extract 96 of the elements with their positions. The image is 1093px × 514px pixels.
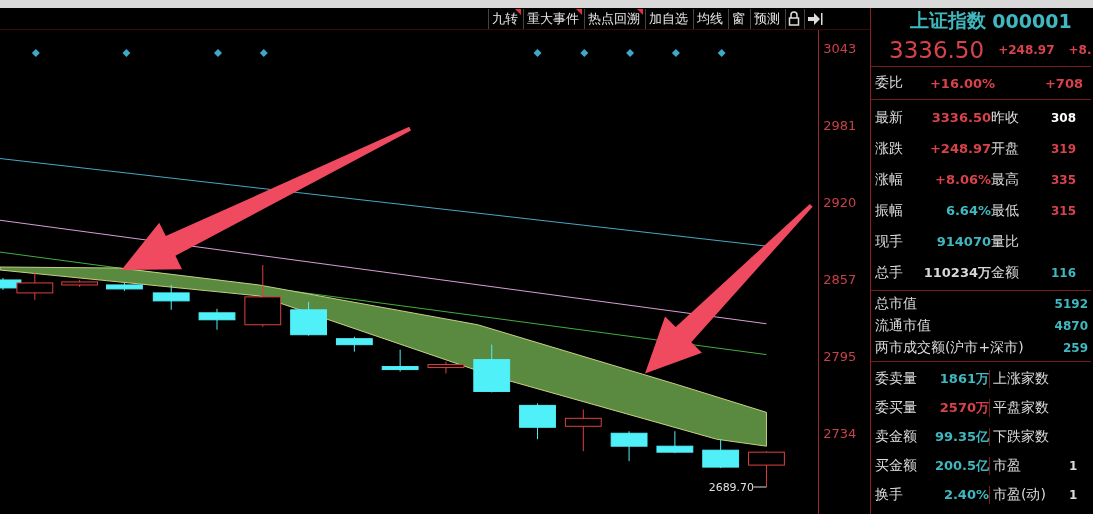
leader-line xyxy=(753,486,767,488)
candlestick xyxy=(61,279,99,288)
field-value: 6.64% xyxy=(944,203,991,218)
field-value: 5192 xyxy=(1054,297,1089,311)
price-tick: 2857 xyxy=(823,272,858,288)
price-tick: 2734 xyxy=(823,426,858,442)
candlestick xyxy=(106,282,143,292)
field-label: 委卖量 xyxy=(875,369,918,388)
field-label: 最新 xyxy=(875,108,904,127)
field-label: 卖金额 xyxy=(875,427,918,446)
field-label: 市盈(动) xyxy=(989,485,1065,504)
toolbar-button[interactable]: 窗 xyxy=(728,8,748,29)
toolbar-button[interactable]: 热点回溯 xyxy=(584,8,643,29)
diamond-marker xyxy=(214,49,222,57)
diamond-marker xyxy=(259,49,268,57)
field-label: 平盘家数 xyxy=(989,398,1065,417)
diamond-marker xyxy=(580,49,589,57)
low-price-label: 2689.70 xyxy=(708,481,754,494)
candlestick xyxy=(702,438,740,469)
field-value: +16.00% xyxy=(928,75,995,91)
candlestick xyxy=(335,336,373,353)
field-label: 最低 xyxy=(991,201,1020,220)
field-label: 换手 xyxy=(875,485,904,504)
price-tick: 2920 xyxy=(823,195,858,211)
change-percent: +8. xyxy=(1068,43,1091,57)
field-label: 开盘 xyxy=(991,139,1020,158)
field-label: 金额 xyxy=(991,263,1020,282)
diamond-marker xyxy=(626,49,635,57)
field-label: 涨幅 xyxy=(875,170,904,189)
price-change: +248.97 xyxy=(998,43,1055,57)
field-label: 两市成交额(沪市+深市) xyxy=(875,339,1025,357)
field-label: 委比 xyxy=(875,74,904,92)
current-price: 3336.50 xyxy=(889,37,985,63)
candlestick xyxy=(656,430,694,454)
field-label: 振幅 xyxy=(875,201,904,220)
candlestick xyxy=(152,284,190,311)
field-label: 流通市值 xyxy=(875,317,932,335)
field-value: 1861万 xyxy=(938,369,989,388)
field-value: 315 xyxy=(1050,203,1077,218)
field-label: 上涨家数 xyxy=(989,369,1065,388)
field-value: +708 xyxy=(1043,75,1083,91)
diamond-marker xyxy=(122,49,131,57)
toolbar-button[interactable]: 九转 xyxy=(488,8,521,29)
field-label: 总手 xyxy=(875,263,904,282)
toolbar-button[interactable]: 加自选 xyxy=(645,8,691,29)
diamond-marker xyxy=(671,49,680,57)
diamond-marker xyxy=(31,49,40,57)
field-value: 335 xyxy=(1050,172,1077,187)
field-value: 110234万 xyxy=(922,263,991,282)
field-value: 99.35亿 xyxy=(933,427,989,446)
candlestick xyxy=(427,361,465,375)
candlestick xyxy=(473,344,511,393)
field-value: 4870 xyxy=(1054,319,1089,333)
lock-icon xyxy=(788,11,800,26)
price-tick: 2981 xyxy=(823,118,858,134)
candlestick xyxy=(610,430,648,462)
price-tick: 3043 xyxy=(823,41,858,57)
field-label: 下跌家数 xyxy=(989,427,1065,446)
field-value: 2.40% xyxy=(942,487,989,502)
candlestick xyxy=(244,264,282,328)
toolbar-button[interactable]: 均线 xyxy=(693,8,726,29)
field-label: 委买量 xyxy=(875,398,918,417)
candlestick xyxy=(198,308,236,331)
field-label: 现手 xyxy=(875,232,904,251)
index-code: 000001 xyxy=(992,10,1072,32)
field-value: 2570万 xyxy=(938,398,989,417)
field-label: 买金额 xyxy=(875,456,918,475)
field-value: 914070 xyxy=(935,234,991,249)
toolbar-button[interactable]: 重大事件 xyxy=(523,8,582,29)
field-value: 1 xyxy=(1068,458,1078,473)
diamond-marker xyxy=(717,49,726,57)
exit-icon xyxy=(807,11,823,26)
field-label: 涨跌 xyxy=(875,139,904,158)
diamond-marker xyxy=(533,49,542,57)
candlestick xyxy=(519,402,556,440)
field-label: 总市值 xyxy=(875,295,918,313)
field-label: 市盈 xyxy=(989,456,1065,475)
field-value: +8.06% xyxy=(934,172,991,187)
field-value: 3336.50 xyxy=(930,110,991,125)
field-value: 200.5亿 xyxy=(933,456,989,475)
field-value: 1 xyxy=(1068,487,1078,502)
field-label: 量比 xyxy=(991,232,1020,251)
candlestick xyxy=(381,349,419,373)
field-value: 308 xyxy=(1050,110,1077,125)
index-name: 上证指数 xyxy=(910,8,987,33)
price-tick: 2795 xyxy=(823,349,858,365)
field-label: 昨收 xyxy=(991,108,1020,127)
field-label: 最高 xyxy=(991,170,1020,189)
field-value: 116 xyxy=(1050,265,1077,280)
field-value: 259 xyxy=(1062,341,1089,355)
exit-button[interactable] xyxy=(804,8,825,29)
candlestick xyxy=(564,408,602,452)
field-value: 319 xyxy=(1050,141,1077,156)
lock-button[interactable] xyxy=(785,8,802,29)
candlestick xyxy=(290,301,327,337)
field-value: +248.97 xyxy=(928,141,991,156)
